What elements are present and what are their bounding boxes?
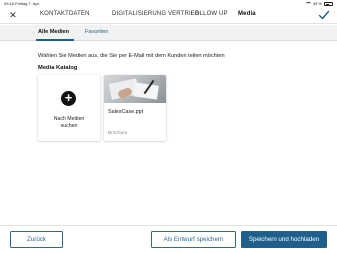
status-bar: 09:16 Freitag 7. Apr. 49 % [0,0,337,8]
status-time: 09:16 [4,1,15,6]
media-item-type: Brochure [108,131,128,136]
search-media-label-line1: Nach Medien [53,116,85,122]
tab-digitalisierung-vertrieb[interactable]: DIGITALISIERUNG VERTRIEB [112,11,199,17]
checkmark-icon[interactable] [318,9,330,21]
top-nav: ✕ KONTAKTDATEN DIGITALISIERUNG VERTRIEB … [0,8,337,24]
save-and-upload-button[interactable]: Speichern und hochladen [241,231,327,248]
battery-percent: 49 % [312,1,322,6]
media-subtabs: Alle Medien Favoriten [0,25,337,41]
tab-kontaktdaten[interactable]: KONTAKTDATEN [40,11,90,17]
close-icon[interactable]: ✕ [8,10,18,20]
section-title: Media Katalog [38,65,78,71]
tab-follow-up[interactable]: FOLLOW UP [191,11,228,17]
media-item-card[interactable]: SalesCase.ppt Brochure [104,75,166,141]
active-subtab-indicator [36,39,74,41]
media-thumbnail [104,75,166,103]
media-item-name: SalesCase.ppt [108,109,144,115]
wifi-icon [305,2,311,6]
subtab-alle-medien[interactable]: Alle Medien [38,29,69,35]
status-date: Freitag 7. Apr. [15,1,40,6]
instruction-text: Wählen Sie Medien aus, die Sie per E-Mai… [38,53,225,59]
back-button[interactable]: Zurück [10,231,63,248]
battery-icon [324,2,333,6]
subtab-favoriten[interactable]: Favoriten [85,29,108,35]
save-draft-button[interactable]: Als Entwurf speichern [151,231,236,248]
footer-divider [0,225,337,226]
search-media-label-line2: suchen [60,122,78,129]
tab-media[interactable]: Media [238,11,256,17]
plus-icon: + [61,91,76,106]
status-indicators: 49 % [305,0,333,8]
search-media-label: Nach Medien suchen [42,116,96,129]
search-media-card[interactable]: + Nach Medien suchen [38,75,100,141]
